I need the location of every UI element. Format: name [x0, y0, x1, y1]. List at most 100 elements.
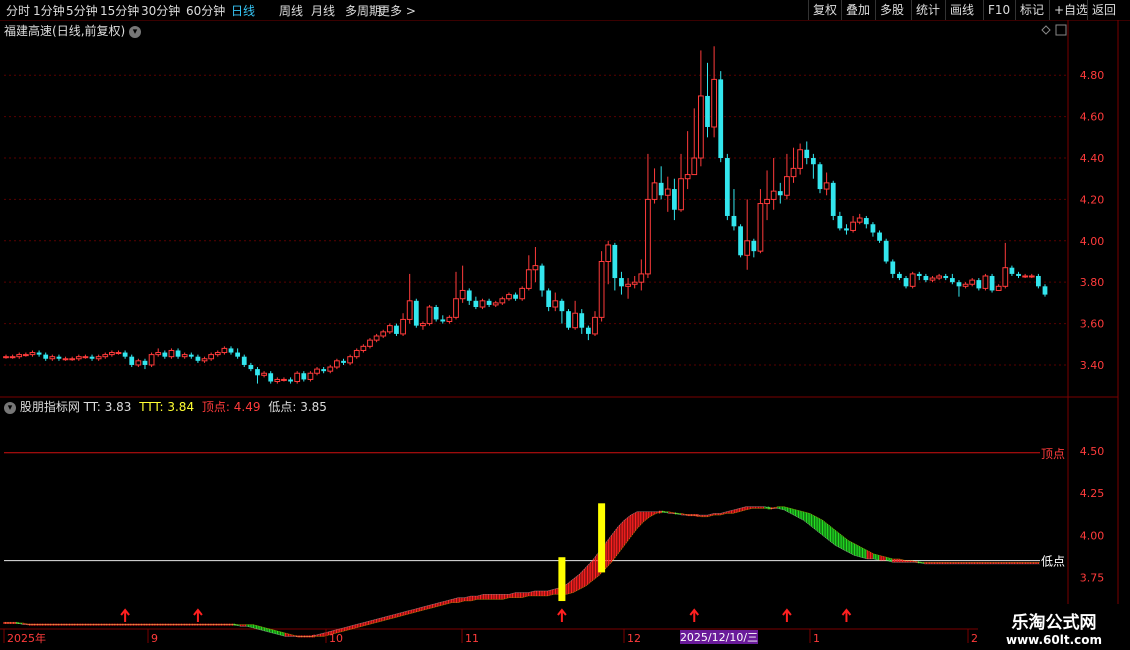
candle: [95, 354, 102, 361]
candle: [162, 350, 168, 359]
candle-body: [466, 290, 472, 301]
candle: [612, 242, 618, 291]
candle-body: [943, 275, 949, 279]
cursor-date-label: 2025/12/10/三: [680, 631, 758, 644]
period-2[interactable]: 5分钟: [66, 2, 98, 19]
toolbar-button-0[interactable]: 复权: [808, 0, 841, 20]
candle: [367, 338, 373, 349]
period-4[interactable]: 30分钟: [141, 2, 180, 19]
candle: [956, 280, 962, 297]
candle: [625, 278, 631, 299]
period-6[interactable]: 日线: [231, 2, 255, 19]
candle: [334, 358, 340, 370]
indicator-tick-label: 4.50: [1080, 445, 1105, 458]
candle: [797, 143, 804, 175]
candle-body: [1022, 275, 1029, 278]
candle: [658, 166, 664, 200]
low-level-label: 低点: [1041, 555, 1065, 569]
candle: [459, 265, 466, 303]
toolbar-button-1[interactable]: 叠加: [841, 0, 874, 20]
candle-body: [102, 354, 109, 358]
candle: [214, 350, 221, 357]
toolbar-button-4[interactable]: 画线: [945, 0, 978, 20]
up-arrow-head: [193, 608, 203, 616]
candle: [823, 172, 830, 196]
candle: [129, 354, 135, 368]
candle: [598, 251, 605, 322]
candle: [923, 273, 929, 283]
tt-label: TT:: [83, 400, 101, 414]
candle-body: [281, 378, 287, 381]
candle-body: [916, 273, 922, 276]
candle-body: [770, 190, 777, 200]
candle: [446, 315, 453, 324]
price-tick-label: 4.40: [1080, 152, 1105, 165]
chart-canvas[interactable]: 4.80 4.60 4.40 4.20 4.00 3.80 3.60 3.40 4.50 4.25…: [0, 0, 1130, 650]
candle-body: [473, 300, 479, 308]
candle-body: [724, 158, 730, 216]
period-1[interactable]: 1分钟: [33, 2, 65, 19]
candle-body: [499, 298, 506, 304]
toolbar-button-2[interactable]: 多股: [875, 0, 908, 20]
candle: [995, 284, 1002, 291]
chevron-down-icon[interactable]: ▾: [129, 25, 142, 38]
toolbar-button-6[interactable]: 标记: [1015, 0, 1048, 20]
candle: [672, 178, 677, 221]
chevron-down-icon[interactable]: ▾: [4, 401, 16, 414]
candle: [36, 350, 42, 357]
period-5[interactable]: 60分钟: [186, 2, 225, 19]
toolbar-button-8[interactable]: 返回: [1087, 0, 1120, 20]
candle-body: [400, 318, 406, 335]
candle: [976, 278, 982, 291]
candle-body: [625, 283, 631, 287]
candle-body: [426, 306, 433, 325]
toolbar-button-7[interactable]: +自选: [1049, 0, 1092, 20]
candle: [744, 199, 751, 270]
candle-body: [36, 352, 42, 355]
candle: [678, 153, 684, 212]
low-label: 低点:: [268, 400, 297, 414]
candle-body: [870, 224, 876, 233]
candle-body: [850, 221, 856, 231]
candle: [102, 352, 109, 359]
candle-body: [844, 228, 849, 231]
toolbar-button-5[interactable]: F10: [983, 0, 1014, 20]
tt-line: [4, 506, 1040, 637]
candle: [631, 275, 638, 289]
candle: [29, 350, 36, 357]
watermark-title: 乐淘公式网: [1011, 613, 1097, 633]
candle: [731, 189, 737, 231]
candle-body: [49, 356, 56, 360]
candle: [288, 377, 293, 384]
time-tick-label: 11: [465, 632, 479, 645]
candle-body: [479, 300, 486, 308]
period-toolbar: 分时 1分钟 5分钟 15分钟 30分钟 60分钟 日线 周线 月线 多周期 更多 > 复权 叠加 多股统…: [0, 0, 1130, 21]
candle-body: [221, 347, 228, 354]
period-9[interactable]: 多周期: [345, 2, 381, 19]
period-3[interactable]: 15分钟: [100, 2, 139, 19]
indicator-title: ▾ 股朋指标网 TT: 3.83 TTT: 3.84 顶点: 4.49 低点: …: [4, 398, 327, 415]
diamond-icon: [1041, 25, 1051, 35]
candle-body: [546, 290, 552, 308]
low-value: 3.85: [300, 400, 327, 414]
period-0[interactable]: 分时: [6, 2, 30, 19]
candle: [751, 238, 757, 258]
candle: [281, 377, 287, 382]
candle-body: [559, 300, 565, 312]
period-8[interactable]: 月线: [311, 2, 335, 19]
candle: [856, 213, 863, 225]
candle: [241, 354, 247, 368]
period-10[interactable]: 更多 >: [378, 2, 416, 19]
candle-body: [29, 352, 36, 356]
candle-body: [697, 95, 704, 159]
candle-body: [969, 279, 976, 285]
candle: [724, 153, 730, 221]
candle: [883, 238, 889, 264]
candle: [969, 278, 976, 287]
toolbar-button-3[interactable]: 统计: [911, 0, 944, 20]
period-7[interactable]: 周线: [279, 2, 303, 19]
candle-body: [188, 354, 194, 357]
candle: [513, 292, 518, 301]
candle: [426, 304, 433, 326]
candle: [711, 46, 717, 138]
